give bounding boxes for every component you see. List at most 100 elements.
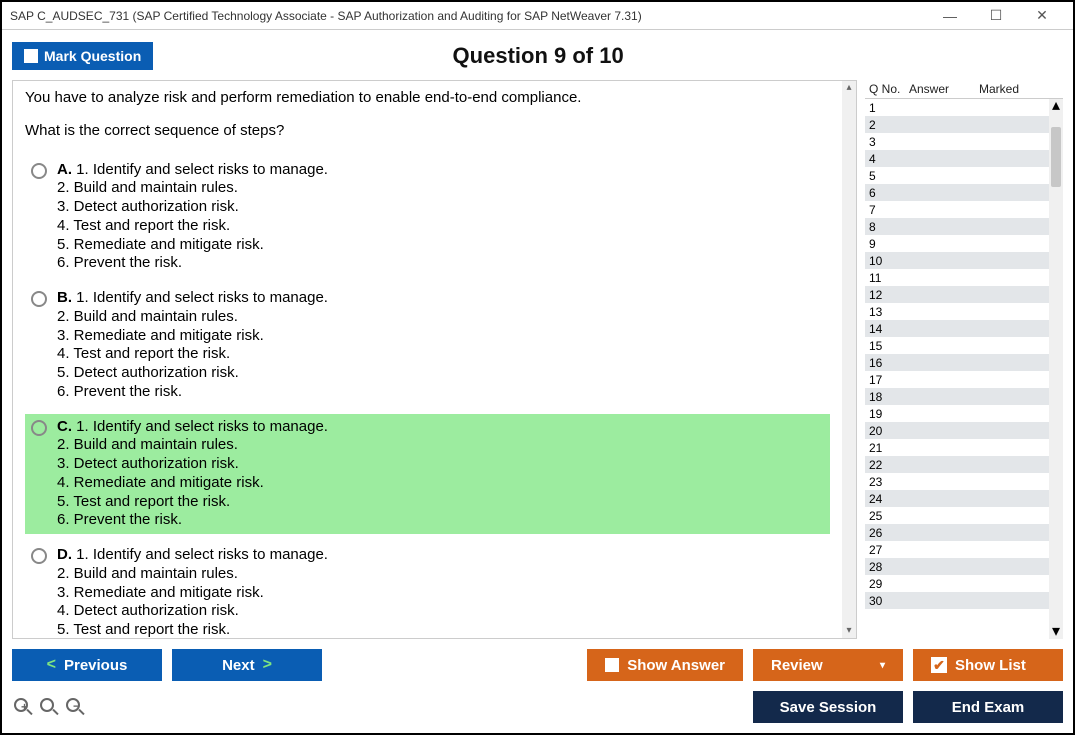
list-row[interactable]: 26 (865, 524, 1049, 541)
list-row[interactable]: 10 (865, 252, 1049, 269)
list-header-marked: Marked (979, 82, 1059, 96)
checkmark-icon: ✔ (931, 657, 947, 673)
content-area: Mark Question Question 9 of 10 You have … (2, 30, 1073, 733)
option-b-step1: 1. Identify and select risks to manage. (76, 289, 328, 306)
checkbox-icon (605, 658, 619, 672)
review-label: Review (771, 657, 823, 674)
option-a-step2: 2. Build and maintain rules. (57, 179, 824, 198)
option-c-step6: 6. Prevent the risk. (57, 511, 824, 530)
list-row[interactable]: 12 (865, 286, 1049, 303)
scroll-up-icon[interactable]: ▴ (846, 81, 851, 95)
zoom-reset-icon[interactable] (38, 696, 60, 718)
list-row[interactable]: 20 (865, 422, 1049, 439)
save-session-label: Save Session (780, 699, 877, 716)
radio-c[interactable] (31, 420, 47, 436)
option-c-step5: 5. Test and report the risk. (57, 493, 824, 512)
option-c-step3: 3. Detect authorization risk. (57, 455, 824, 474)
list-body: 1 2 3 4 5 6 7 8 9 10 11 12 13 14 (865, 99, 1049, 639)
option-d-body: D. 1. Identify and select risks to manag… (57, 546, 824, 638)
list-row[interactable]: 29 (865, 575, 1049, 592)
question-scrollbar[interactable]: ▴ ▾ (842, 81, 856, 638)
list-row[interactable]: 8 (865, 218, 1049, 235)
list-row[interactable]: 11 (865, 269, 1049, 286)
list-row[interactable]: 16 (865, 354, 1049, 371)
list-row[interactable]: 24 (865, 490, 1049, 507)
header-row: Mark Question Question 9 of 10 (12, 38, 1063, 74)
list-row[interactable]: 6 (865, 184, 1049, 201)
list-row[interactable]: 17 (865, 371, 1049, 388)
option-c-step1: 1. Identify and select risks to manage. (76, 418, 328, 435)
zoom-controls (12, 696, 86, 718)
option-d-step4: 4. Detect authorization risk. (57, 602, 824, 621)
radio-b[interactable] (31, 291, 47, 307)
list-row[interactable]: 28 (865, 558, 1049, 575)
list-row[interactable]: 18 (865, 388, 1049, 405)
list-row[interactable]: 19 (865, 405, 1049, 422)
list-row[interactable]: 3 (865, 133, 1049, 150)
list-row[interactable]: 14 (865, 320, 1049, 337)
option-d[interactable]: D. 1. Identify and select risks to manag… (25, 542, 830, 638)
question-counter-title: Question 9 of 10 (153, 43, 923, 69)
option-d-step5: 5. Test and report the risk. (57, 621, 824, 638)
list-row[interactable]: 25 (865, 507, 1049, 524)
chevron-down-icon: ▾ (880, 660, 885, 671)
zoom-out-icon[interactable] (64, 696, 86, 718)
save-session-button[interactable]: Save Session (753, 691, 903, 723)
list-header-answer: Answer (909, 82, 979, 96)
footer: < Previous Next > Show Answer Review ▾ (12, 649, 1063, 723)
option-a-body: A. 1. Identify and select risks to manag… (57, 161, 824, 274)
close-button[interactable]: ✕ (1019, 3, 1065, 29)
option-d-step3: 3. Remediate and mitigate risk. (57, 584, 824, 603)
chevron-left-icon: < (47, 656, 56, 674)
next-button[interactable]: Next > (172, 649, 322, 681)
app-window: SAP C_AUDSEC_731 (SAP Certified Technolo… (0, 0, 1075, 735)
scroll-thumb[interactable] (1051, 127, 1061, 187)
scroll-up-icon[interactable]: ▴ (1052, 99, 1060, 113)
list-row[interactable]: 22 (865, 456, 1049, 473)
show-answer-label: Show Answer (627, 657, 725, 674)
list-row[interactable]: 5 (865, 167, 1049, 184)
minimize-button[interactable]: — (927, 3, 973, 29)
next-label: Next (222, 657, 255, 674)
question-body: You have to analyze risk and perform rem… (13, 81, 842, 638)
list-row[interactable]: 30 (865, 592, 1049, 609)
option-c[interactable]: C. 1. Identify and select risks to manag… (25, 414, 830, 535)
option-b[interactable]: B. 1. Identify and select risks to manag… (25, 285, 830, 406)
review-dropdown[interactable]: Review ▾ (753, 649, 903, 681)
option-b-step2: 2. Build and maintain rules. (57, 308, 824, 327)
zoom-in-icon[interactable] (12, 696, 34, 718)
list-row[interactable]: 15 (865, 337, 1049, 354)
list-header-qno: Q No. (869, 82, 909, 96)
previous-button[interactable]: < Previous (12, 649, 162, 681)
list-row[interactable]: 7 (865, 201, 1049, 218)
maximize-button[interactable]: ☐ (973, 3, 1019, 29)
option-b-step3: 3. Remediate and mitigate risk. (57, 327, 824, 346)
list-row[interactable]: 2 (865, 116, 1049, 133)
end-exam-button[interactable]: End Exam (913, 691, 1063, 723)
list-row[interactable]: 9 (865, 235, 1049, 252)
list-scrollbar[interactable]: ▴ ▾ (1049, 99, 1063, 639)
previous-label: Previous (64, 657, 127, 674)
footer-row-2: Save Session End Exam (12, 691, 1063, 723)
option-c-step2: 2. Build and maintain rules. (57, 436, 824, 455)
show-list-button[interactable]: ✔ Show List (913, 649, 1063, 681)
list-row[interactable]: 27 (865, 541, 1049, 558)
radio-d[interactable] (31, 548, 47, 564)
question-prompt: What is the correct sequence of steps? (25, 122, 830, 141)
list-row[interactable]: 23 (865, 473, 1049, 490)
show-answer-button[interactable]: Show Answer (587, 649, 743, 681)
scroll-down-icon[interactable]: ▾ (846, 624, 851, 638)
list-row[interactable]: 21 (865, 439, 1049, 456)
option-a-step5: 5. Remediate and mitigate risk. (57, 236, 824, 255)
list-row[interactable]: 13 (865, 303, 1049, 320)
scroll-down-icon[interactable]: ▾ (1052, 625, 1060, 639)
mark-question-button[interactable]: Mark Question (12, 42, 153, 70)
list-row[interactable]: 1 (865, 99, 1049, 116)
option-d-step1: 1. Identify and select risks to manage. (76, 546, 328, 563)
radio-a[interactable] (31, 163, 47, 179)
list-row[interactable]: 4 (865, 150, 1049, 167)
option-a-step1: 1. Identify and select risks to manage. (76, 161, 328, 178)
option-c-body: C. 1. Identify and select risks to manag… (57, 418, 824, 531)
window-title: SAP C_AUDSEC_731 (SAP Certified Technolo… (10, 9, 927, 23)
option-a[interactable]: A. 1. Identify and select risks to manag… (25, 157, 830, 278)
